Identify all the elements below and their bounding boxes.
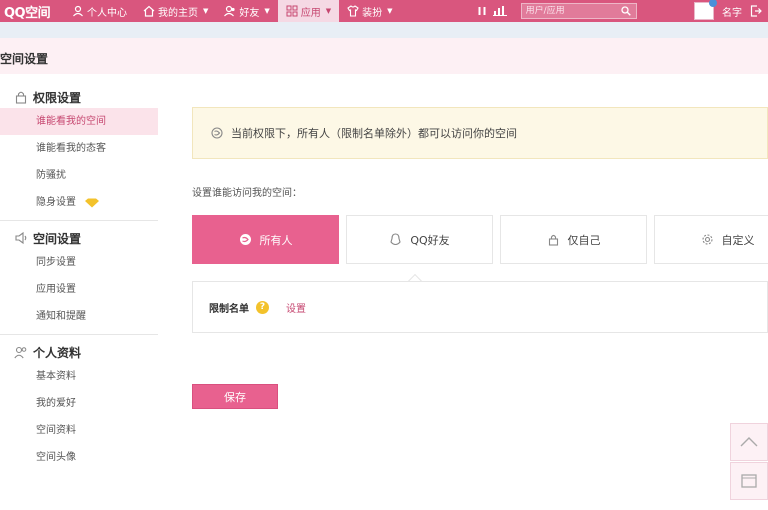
top-navigation-bar: QQ空间 个人中心 我的主页 ▼ 好友 ▼ 应用 ▼ 装扮 ▼ 名字 xyxy=(0,0,768,22)
restricted-list-panel: 限制名单 ? 设置 xyxy=(192,281,768,333)
sidebar-item-invisible-settings[interactable]: 隐身设置 xyxy=(0,189,158,216)
option-everyone[interactable]: 所有人 xyxy=(192,215,339,264)
home-icon xyxy=(143,5,155,17)
chevron-down-icon: ▼ xyxy=(264,7,270,15)
sidebar-item-app-settings[interactable]: 应用设置 xyxy=(0,276,158,303)
nav-label: 我的主页 xyxy=(158,7,198,19)
sub-header-strip xyxy=(0,22,768,38)
back-to-top-button[interactable] xyxy=(730,423,768,461)
page-title: 空间设置 xyxy=(0,52,49,66)
feedback-button[interactable] xyxy=(730,462,768,500)
sidebar-item-label: 应用设置 xyxy=(36,284,76,295)
nav-decorate[interactable]: 装扮 ▼ xyxy=(339,0,400,22)
section-title: 权限设置 xyxy=(33,90,82,105)
sidebar-item-label: 同步设置 xyxy=(36,257,76,268)
chevron-up-icon xyxy=(740,437,758,447)
search-icon xyxy=(620,6,631,16)
permission-notice: 当前权限下，所有人（限制名单除外）都可以访问你的空间 xyxy=(192,107,768,159)
divider xyxy=(0,334,158,335)
sidebar-item-label: 空间头像 xyxy=(36,452,76,463)
gear-icon xyxy=(701,234,713,245)
option-label: 自定义 xyxy=(721,233,755,247)
avatar[interactable] xyxy=(694,0,717,20)
option-custom[interactable]: 自定义 xyxy=(654,215,768,264)
search-box xyxy=(520,3,637,19)
sidebar-section-space-settings[interactable]: 空间设置 xyxy=(0,227,158,249)
shirt-icon xyxy=(347,5,359,17)
sidebar-item-label: 隐身设置 xyxy=(36,197,76,208)
sidebar-item-who-can-view-visitors[interactable]: 谁能看我的态客 xyxy=(0,135,158,162)
option-label: 仅自己 xyxy=(567,233,601,247)
lock-icon xyxy=(15,91,27,104)
speaker-icon xyxy=(15,231,27,245)
lock-icon xyxy=(548,234,558,246)
search-button[interactable] xyxy=(618,4,634,18)
sidebar-item-space-avatar[interactable]: 空间头像 xyxy=(0,444,158,471)
search-input[interactable] xyxy=(521,6,618,16)
nav-friends[interactable]: 好友 ▼ xyxy=(216,0,277,22)
nav-label: 应用 xyxy=(300,7,321,19)
info-globe-icon xyxy=(211,127,223,139)
notice-text: 当前权限下，所有人（限制名单除外）都可以访问你的空间 xyxy=(231,127,517,140)
sidebar-item-label: 通知和提醒 xyxy=(36,311,86,322)
sidebar-section-permissions[interactable]: 权限设置 xyxy=(0,86,158,108)
sidebar-item-label: 谁能看我的态客 xyxy=(36,143,106,154)
sidebar-section-profile[interactable]: 个人资料 xyxy=(0,341,158,363)
sidebar-item-label: 空间资料 xyxy=(36,425,76,436)
restricted-list-label: 限制名单 xyxy=(209,303,249,315)
save-button[interactable]: 保存 xyxy=(192,384,278,409)
window-icon xyxy=(741,474,757,488)
option-qq-friends[interactable]: QQ好友 xyxy=(346,215,493,264)
option-label: 所有人 xyxy=(259,233,293,247)
settings-sidebar: 权限设置 谁能看我的空间 谁能看我的态客 防骚扰 隐身设置 空间设置 同步设置 … xyxy=(0,86,158,471)
chevron-down-icon: ▼ xyxy=(325,7,332,15)
access-options: 所有人 QQ好友 仅自己 自定义 xyxy=(192,215,768,264)
nav-label: 装扮 xyxy=(362,7,383,19)
sidebar-item-who-can-view-space[interactable]: 谁能看我的空间 xyxy=(0,108,158,135)
brand-logo[interactable]: QQ空间 xyxy=(0,2,64,21)
pause-icon[interactable] xyxy=(477,6,487,16)
person-icon xyxy=(73,5,83,17)
title-strip xyxy=(0,38,768,74)
restricted-list-settings-link[interactable]: 设置 xyxy=(286,300,306,315)
section-title: 个人资料 xyxy=(33,345,82,360)
sidebar-item-basic-info[interactable]: 基本资料 xyxy=(0,363,158,390)
divider xyxy=(0,220,158,221)
nav-my-homepage[interactable]: 我的主页 ▼ xyxy=(135,0,216,22)
sidebar-item-space-info[interactable]: 空间资料 xyxy=(0,417,158,444)
globe-icon xyxy=(239,234,251,245)
sidebar-item-sync-settings[interactable]: 同步设置 xyxy=(0,249,158,276)
section-title: 空间设置 xyxy=(33,231,82,246)
friends-icon xyxy=(224,5,235,17)
nav-label: 好友 xyxy=(239,7,260,19)
username[interactable]: 名字 xyxy=(722,4,742,19)
help-icon[interactable]: ? xyxy=(256,300,269,314)
sidebar-item-label: 基本资料 xyxy=(36,371,76,382)
access-setting-label: 设置谁能访问我的空间： xyxy=(192,188,302,199)
logout-icon[interactable] xyxy=(750,5,762,17)
users-icon xyxy=(14,346,27,359)
option-only-me[interactable]: 仅自己 xyxy=(500,215,647,264)
option-label: QQ好友 xyxy=(410,233,450,247)
diamond-icon xyxy=(85,198,99,207)
sidebar-item-hobbies[interactable]: 我的爱好 xyxy=(0,390,158,417)
nav-personal-center[interactable]: 个人中心 xyxy=(64,0,135,22)
apps-grid-icon xyxy=(286,5,298,17)
nav-apps[interactable]: 应用 ▼ xyxy=(277,0,340,22)
bar-chart-icon[interactable] xyxy=(492,6,507,16)
sidebar-item-label: 谁能看我的空间 xyxy=(36,116,106,127)
sidebar-item-label: 我的爱好 xyxy=(36,398,76,409)
nav-label: 个人中心 xyxy=(87,7,127,19)
sidebar-item-label: 防骚扰 xyxy=(36,170,66,181)
chevron-down-icon: ▼ xyxy=(387,7,393,15)
sidebar-item-anti-harassment[interactable]: 防骚扰 xyxy=(0,162,158,189)
qq-penguin-icon xyxy=(390,233,401,246)
sidebar-item-notifications[interactable]: 通知和提醒 xyxy=(0,303,158,330)
chevron-down-icon: ▼ xyxy=(203,7,209,15)
